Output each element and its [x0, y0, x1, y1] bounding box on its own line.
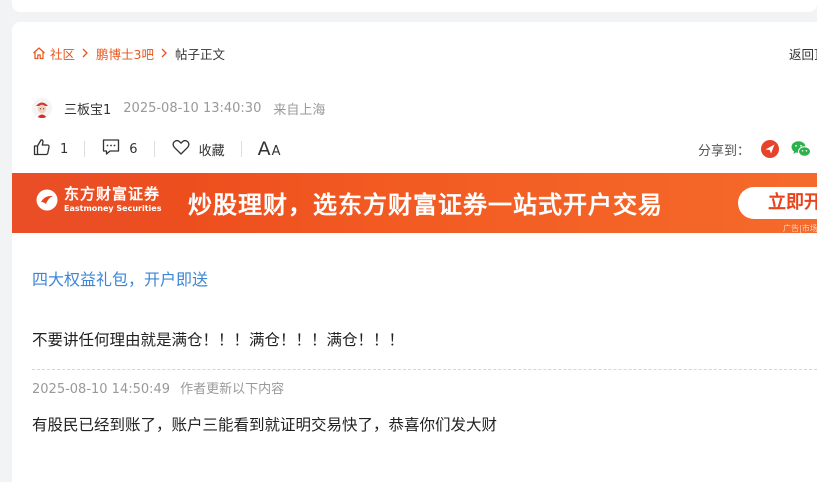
eastmoney-logo-icon [36, 189, 58, 211]
post-card: 社区 鹏博士3吧 帖子正文 返回顶部 三板宝1 2025-08-10 13:40… [12, 22, 817, 482]
weibo-share-icon[interactable] [760, 139, 780, 159]
comment-icon [101, 137, 121, 161]
promo-link[interactable]: 四大权益礼包，开户即送 [32, 266, 208, 290]
thumbs-up-icon [32, 137, 52, 161]
avatar[interactable] [32, 98, 52, 118]
banner-brand-cn: 东方财富证券 [64, 185, 161, 203]
font-size-button[interactable]: A A [258, 138, 281, 160]
divider [153, 141, 155, 157]
banner-brand-en: Eastmoney Securities [64, 204, 162, 213]
post-content: 不要讲任何理由就是满仓！！！满仓！！！满仓！！！ [32, 331, 405, 349]
update-label: 作者更新以下内容 [180, 382, 285, 397]
breadcrumb: 社区 鹏博士3吧 帖子正文 [32, 44, 225, 62]
previous-card [12, 0, 817, 12]
update-content: 有股民已经到账了，账户三能看到就证明交易快了，恭喜你们发大财 [32, 416, 498, 434]
chevron-right-icon [160, 48, 168, 58]
divider [32, 369, 817, 370]
share-bar: 分享到： [698, 138, 812, 160]
font-size-large: A [257, 138, 271, 160]
heart-icon [171, 137, 191, 161]
action-bar: 1 6 收藏 A A [32, 138, 280, 160]
update-meta: 2025-08-10 14:50:49 作者更新以下内容 [32, 378, 284, 397]
breadcrumb-community[interactable]: 社区 [50, 44, 75, 63]
comment-count: 6 [129, 141, 138, 157]
back-to-top-link[interactable]: 返回顶部 [789, 44, 817, 63]
font-size-small: A [271, 144, 281, 159]
favorite-label: 收藏 [198, 143, 225, 159]
author-name[interactable]: 三板宝1 [64, 99, 111, 118]
divider [84, 141, 86, 157]
wechat-share-icon[interactable] [790, 139, 812, 159]
ad-tag: 广告|市场有风险 [783, 224, 817, 233]
eastmoney-logo: 东方财富证券 Eastmoney Securities [36, 187, 161, 213]
ad-banner[interactable]: 东方财富证券 Eastmoney Securities 炒股理财，选东方财富证券… [12, 173, 817, 233]
post-location: 来自上海 [273, 102, 326, 118]
comment-button[interactable]: 6 [101, 137, 138, 161]
home-icon[interactable] [32, 46, 46, 60]
favorite-button[interactable]: 收藏 [171, 137, 225, 161]
like-count: 1 [60, 141, 69, 157]
breadcrumb-current: 帖子正文 [174, 46, 225, 62]
banner-slogan: 炒股理财，选东方财富证券一站式开户交易 [188, 191, 663, 219]
open-account-button[interactable]: 立即开户 [738, 187, 817, 219]
divider [240, 141, 242, 157]
like-button[interactable]: 1 [32, 137, 68, 161]
breadcrumb-forum[interactable]: 鹏博士3吧 [96, 44, 154, 63]
update-time: 2025-08-10 14:50:49 [32, 382, 171, 397]
author-info: 三板宝1 2025-08-10 13:40:30 来自上海 [32, 98, 325, 118]
post-time: 2025-08-10 13:40:30 [123, 100, 262, 116]
chevron-right-icon [81, 48, 89, 58]
share-label: 分享到： [698, 143, 751, 159]
